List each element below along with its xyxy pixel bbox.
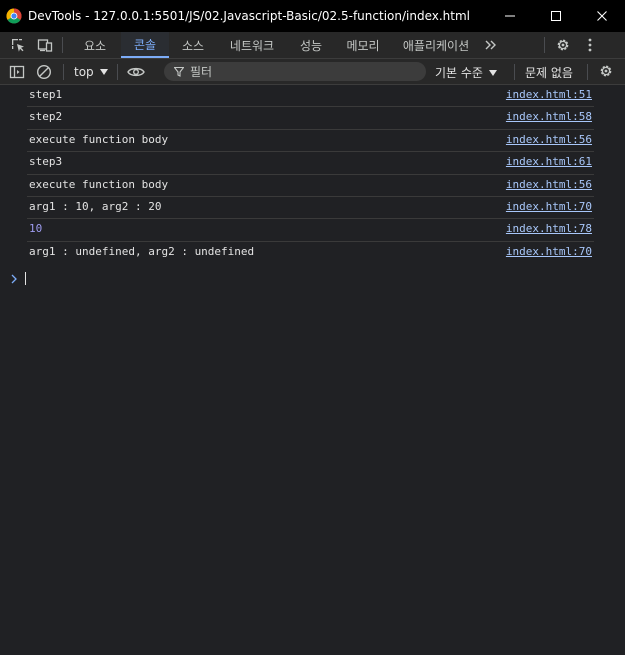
- sidebar-toggle-icon[interactable]: [8, 63, 26, 81]
- close-icon: [597, 11, 607, 21]
- console-message: step1 index.html:51: [27, 85, 594, 108]
- issues-label: 문제 없음: [525, 66, 573, 80]
- window-controls: [487, 0, 625, 32]
- minimize-icon: [505, 15, 515, 17]
- tab-memory[interactable]: 메모리: [335, 32, 391, 58]
- dropdown-arrow-icon: [488, 69, 497, 76]
- tab-performance[interactable]: 성능: [287, 32, 335, 58]
- context-label: top: [74, 64, 94, 79]
- maximize-icon: [551, 11, 561, 21]
- log-level-label: 기본 수준: [435, 66, 483, 80]
- toolbar-divider: [544, 37, 545, 53]
- console-settings-gear-icon[interactable]: [597, 62, 615, 80]
- log-text: step2: [29, 110, 63, 124]
- filter-input[interactable]: 필터: [164, 62, 426, 81]
- dropdown-arrow-icon: [99, 68, 108, 75]
- maximize-button[interactable]: [533, 0, 579, 32]
- source-link[interactable]: index.html:70: [506, 245, 592, 258]
- log-text: step1: [29, 88, 63, 101]
- chrome-logo-icon: [6, 8, 22, 24]
- source-link[interactable]: index.html:70: [506, 200, 592, 213]
- console-message: execute function body index.html:56: [27, 175, 594, 197]
- close-button[interactable]: [579, 0, 625, 32]
- filter-funnel-icon: [174, 66, 184, 77]
- clear-console-icon[interactable]: [35, 63, 53, 81]
- log-text: execute function body: [29, 132, 169, 146]
- log-text: arg1 : 10, arg2 : 20: [29, 199, 162, 213]
- console-message: step3 index.html:61: [27, 152, 594, 175]
- log-text: arg1 : undefined, arg2 : undefined: [29, 244, 255, 258]
- source-link[interactable]: index.html:56: [506, 178, 592, 191]
- panel-tabbar: 요소 콘솔 소스 네트워크 성능 메모리 애플리케이션: [0, 32, 625, 59]
- tab-sources[interactable]: 소스: [169, 32, 217, 58]
- console-messages: step1 index.html:51 step2 index.html:58 …: [0, 85, 625, 264]
- window-titlebar: DevTools - 127.0.0.1:5501/JS/02.Javascri…: [0, 0, 625, 32]
- more-tabs-icon[interactable]: [482, 36, 500, 54]
- toolbar-divider: [63, 63, 64, 80]
- console-message: 10 index.html:78: [27, 219, 594, 242]
- tab-console[interactable]: 콘솔: [121, 32, 169, 58]
- console-message: execute function body index.html:56: [27, 130, 594, 153]
- console-message: arg1 : 10, arg2 : 20 index.html:70: [27, 197, 594, 220]
- console-toolbar: top 필터 기본 수준 문제 없음: [0, 59, 625, 85]
- tab-application[interactable]: 애플리케이션: [391, 32, 481, 58]
- window-title: DevTools - 127.0.0.1:5501/JS/02.Javascri…: [28, 9, 470, 23]
- more-options-icon[interactable]: [581, 36, 599, 54]
- filter-placeholder: 필터: [190, 65, 213, 79]
- console-message: arg1 : undefined, arg2 : undefined index…: [27, 242, 594, 264]
- source-link[interactable]: index.html:58: [506, 110, 592, 123]
- source-link[interactable]: index.html:61: [506, 155, 592, 168]
- toolbar-divider: [514, 64, 515, 80]
- source-link[interactable]: index.html:51: [506, 88, 592, 101]
- context-selector[interactable]: top: [74, 65, 108, 79]
- text-caret: [25, 272, 26, 285]
- toolbar-divider: [62, 37, 63, 53]
- prompt-chevron-icon: [11, 274, 17, 283]
- console-prompt[interactable]: [11, 272, 26, 285]
- issues-counter[interactable]: 문제 없음: [525, 64, 573, 81]
- toolbar-divider: [116, 63, 118, 80]
- log-number-value: 10: [29, 222, 43, 236]
- toolbar-divider: [587, 64, 588, 80]
- console-message: step2 index.html:58: [27, 107, 594, 130]
- tab-elements[interactable]: 요소: [69, 32, 121, 58]
- source-link[interactable]: index.html:78: [506, 222, 592, 235]
- log-text: execute function body: [29, 177, 169, 191]
- inspect-element-icon[interactable]: [9, 36, 27, 54]
- minimize-button[interactable]: [487, 0, 533, 32]
- log-text: step3: [29, 155, 63, 169]
- settings-gear-icon[interactable]: [554, 36, 572, 54]
- live-expression-eye-icon[interactable]: [126, 63, 146, 81]
- source-link[interactable]: index.html:56: [506, 133, 592, 146]
- log-level-selector[interactable]: 기본 수준: [435, 64, 497, 81]
- tab-network[interactable]: 네트워크: [217, 32, 287, 58]
- device-toolbar-icon[interactable]: [36, 36, 54, 54]
